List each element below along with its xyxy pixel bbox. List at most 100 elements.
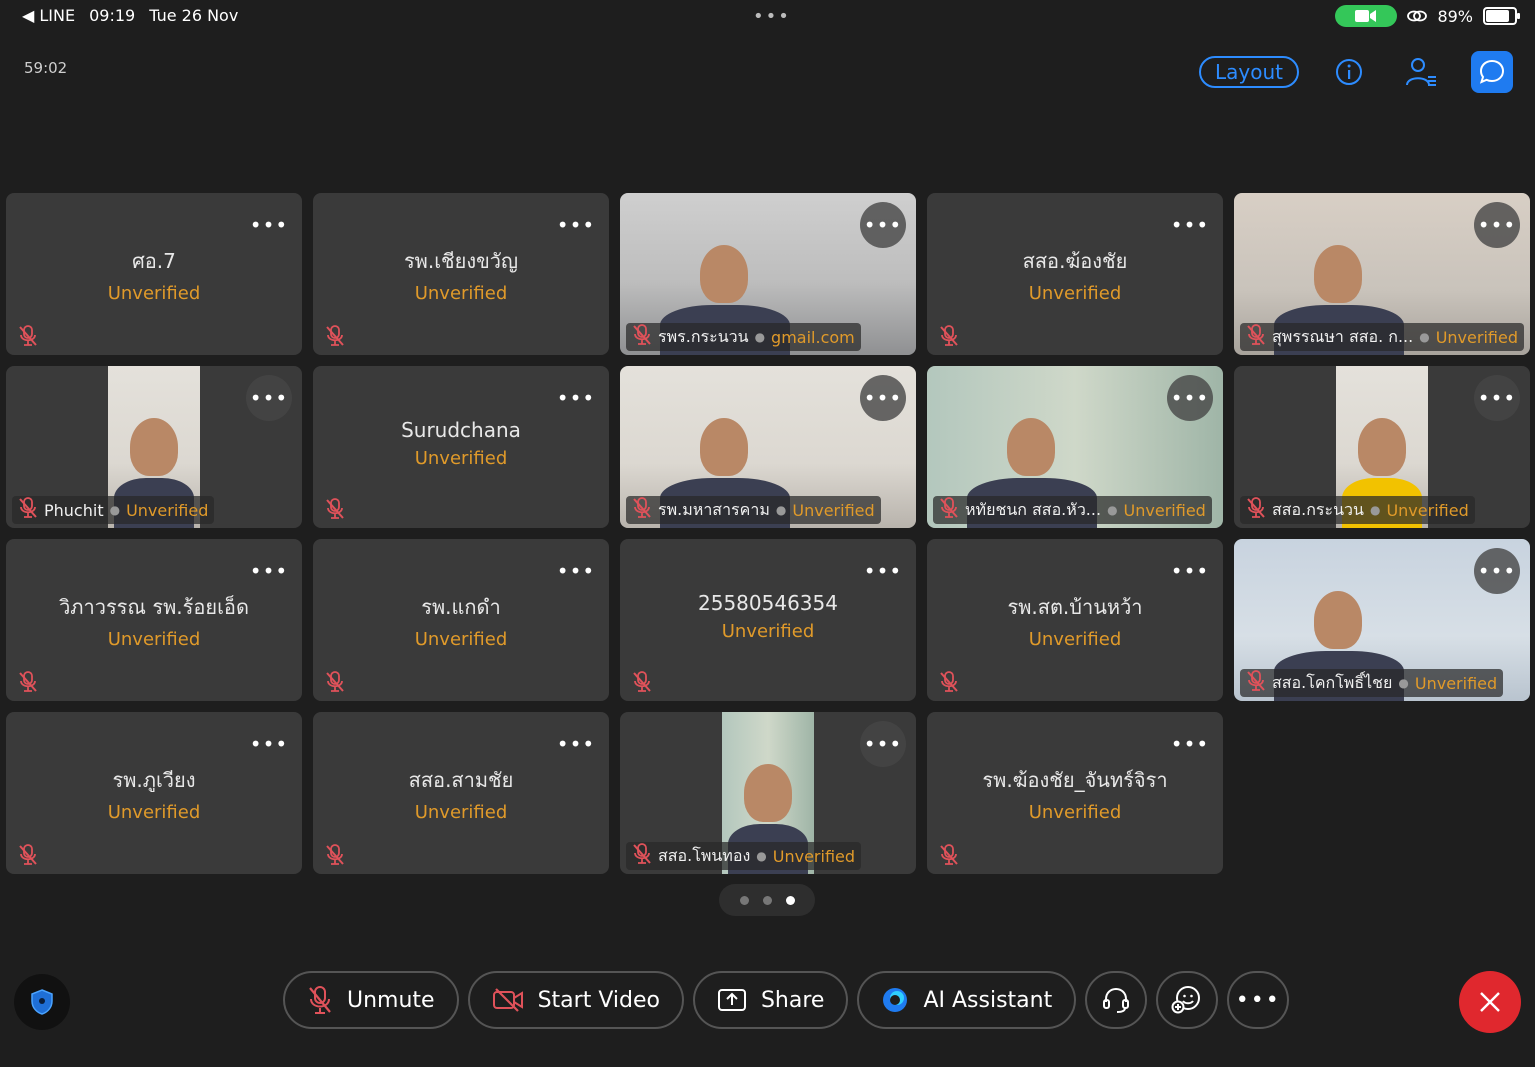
page-dot-2[interactable] — [762, 895, 772, 905]
unmute-button[interactable]: Unmute — [283, 971, 459, 1029]
add-reaction-icon — [1171, 986, 1201, 1014]
participant-tile[interactable]: รพ.ภูเวียง Unverified ••• — [6, 712, 302, 874]
participant-tile[interactable]: สสอ.กระนวน ● Unverified ••• — [1234, 366, 1530, 528]
participant-label: รพร.กระนวน ● gmail.com — [626, 323, 861, 351]
participant-status: Unverified — [1028, 802, 1122, 823]
participant-name: รพ.ภูเวียง — [112, 768, 196, 792]
participant-tile[interactable]: รพ.แกดำ Unverified ••• — [313, 539, 609, 701]
participant-name: สสอ.สามชัย — [408, 768, 514, 792]
tile-more-button[interactable]: ••• — [553, 375, 599, 421]
security-shield-icon[interactable] — [14, 974, 70, 1030]
participant-tile[interactable]: รพร.กระนวน ● gmail.com ••• — [620, 193, 916, 355]
unmute-label: Unmute — [347, 987, 435, 1013]
participant-name: สสอ.โพนทอง — [658, 845, 751, 865]
link-icon — [1407, 7, 1428, 26]
participant-tile[interactable]: สสอ.สามชัย Unverified ••• — [313, 712, 609, 874]
tile-more-button[interactable]: ••• — [553, 202, 599, 248]
participants-icon[interactable] — [1399, 50, 1443, 94]
start-video-button[interactable]: Start Video — [467, 971, 684, 1029]
participant-tile[interactable]: Phuchit ● Unverified ••• — [6, 366, 302, 528]
participant-info: สสอ.สามชัย Unverified — [313, 764, 609, 823]
participant-tile[interactable]: รพ.ฆ้องชัย_จันทร์จิรา Unverified ••• — [927, 712, 1223, 874]
tile-more-button[interactable]: ••• — [1167, 375, 1213, 421]
separator-dot: ● — [1398, 676, 1409, 690]
participant-info: 25580546354 Unverified — [620, 591, 916, 642]
participant-tile[interactable]: สุพรรณษา สสอ. ก... ● Unverified ••• — [1234, 193, 1530, 355]
page-indicator[interactable] — [719, 884, 815, 916]
tile-more-button[interactable]: ••• — [246, 548, 292, 594]
participant-status: Unverified — [414, 283, 508, 304]
share-screen-icon — [717, 989, 746, 1011]
participant-tile[interactable]: รพ.สต.บ้านหว้า Unverified ••• — [927, 539, 1223, 701]
tile-more-button[interactable]: ••• — [1167, 548, 1213, 594]
layout-button[interactable]: Layout — [1199, 56, 1299, 88]
page-dot-3[interactable] — [785, 895, 795, 905]
tile-more-button[interactable]: ••• — [860, 548, 906, 594]
back-to-app-link[interactable]: ◀ LINE — [22, 6, 75, 25]
participant-tile[interactable]: รพ.เชียงขวัญ Unverified ••• — [313, 193, 609, 355]
participant-status: Unverified — [107, 283, 201, 304]
tile-more-button[interactable]: ••• — [246, 375, 292, 421]
video-off-icon — [492, 988, 523, 1012]
participant-label: รพ.มหาสารคาม ● Unverified — [626, 496, 881, 524]
muted-mic-icon — [18, 844, 38, 866]
tile-more-button[interactable]: ••• — [553, 721, 599, 767]
leave-meeting-button[interactable] — [1459, 971, 1521, 1033]
ai-assistant-icon — [883, 988, 908, 1012]
participant-tile[interactable]: วิภาวรรณ รพ.ร้อยเอ็ด Unverified ••• — [6, 539, 302, 701]
participant-tile[interactable]: สสอ.ฆ้องชัย Unverified ••• — [927, 193, 1223, 355]
tile-more-button[interactable]: ••• — [1474, 548, 1520, 594]
participant-face — [700, 245, 748, 303]
participant-status: Unverified — [107, 802, 201, 823]
tile-more-button[interactable]: ••• — [1474, 202, 1520, 248]
tile-more-button[interactable]: ••• — [553, 548, 599, 594]
participant-status: Unverified — [772, 846, 856, 866]
tile-more-button[interactable]: ••• — [860, 375, 906, 421]
participant-grid: ศอ.7 Unverified ••• รพ.เชียงขวัญ Unverified •… — [6, 193, 1535, 874]
participant-tile[interactable]: หทัยชนก สสอ.หัว... ● Unverified ••• — [927, 366, 1223, 528]
close-icon — [1480, 992, 1500, 1012]
reactions-button[interactable] — [1156, 971, 1219, 1029]
participant-info: รพ.ฆ้องชัย_จันทร์จิรา Unverified — [927, 764, 1223, 823]
participant-status: Unverified — [1435, 327, 1518, 347]
participant-tile[interactable]: สสอ.โคกโพธิ์ไชย ● Unverified ••• — [1234, 539, 1530, 701]
participant-tile[interactable]: รพ.มหาสารคาม ● Unverified ••• — [620, 366, 916, 528]
multitask-dots-icon[interactable]: ••• — [753, 6, 791, 27]
participant-face — [1314, 245, 1362, 303]
participant-name: รพ.ฆ้องชัย_จันทร์จิรา — [982, 768, 1168, 792]
tile-more-button[interactable]: ••• — [1167, 721, 1213, 767]
tile-more-button[interactable]: ••• — [246, 721, 292, 767]
participant-tile[interactable]: 25580546354 Unverified ••• — [620, 539, 916, 701]
participant-tile[interactable]: สสอ.โพนทอง ● Unverified ••• — [620, 712, 916, 874]
support-button[interactable] — [1085, 971, 1148, 1029]
participant-status: Unverified — [1386, 500, 1469, 520]
participant-name: สสอ.ฆ้องชัย — [1022, 249, 1128, 273]
share-button[interactable]: Share — [692, 971, 849, 1029]
tile-more-button[interactable]: ••• — [860, 202, 906, 248]
muted-mic-icon — [939, 671, 959, 693]
participant-face — [1358, 418, 1406, 476]
participant-tile[interactable]: ศอ.7 Unverified ••• — [6, 193, 302, 355]
participant-info: สสอ.ฆ้องชัย Unverified — [927, 245, 1223, 304]
tile-more-button[interactable]: ••• — [1474, 375, 1520, 421]
more-options-button[interactable]: ••• — [1227, 971, 1290, 1029]
date: Tue 26 Nov — [149, 6, 239, 25]
participant-info: รพ.แกดำ Unverified — [313, 591, 609, 650]
start-video-label: Start Video — [537, 987, 660, 1013]
tile-more-button[interactable]: ••• — [246, 202, 292, 248]
tile-more-button[interactable]: ••• — [1167, 202, 1213, 248]
participant-name: สสอ.โคกโพธิ์ไชย — [1272, 672, 1393, 692]
participant-name: รพร.กระนวน — [658, 326, 749, 346]
muted-mic-icon — [1246, 497, 1266, 523]
participant-status: Unverified — [1123, 500, 1206, 520]
tile-more-button[interactable]: ••• — [860, 721, 906, 767]
participant-status: Unverified — [414, 629, 508, 650]
headset-icon — [1103, 987, 1130, 1013]
chat-icon[interactable] — [1471, 51, 1513, 93]
ai-assistant-button[interactable]: AI Assistant — [857, 971, 1077, 1029]
participant-face — [744, 764, 792, 822]
muted-mic-icon — [325, 671, 345, 693]
page-dot-1[interactable] — [739, 895, 749, 905]
participant-tile[interactable]: Surudchana Unverified ••• — [313, 366, 609, 528]
info-icon[interactable] — [1327, 50, 1371, 94]
